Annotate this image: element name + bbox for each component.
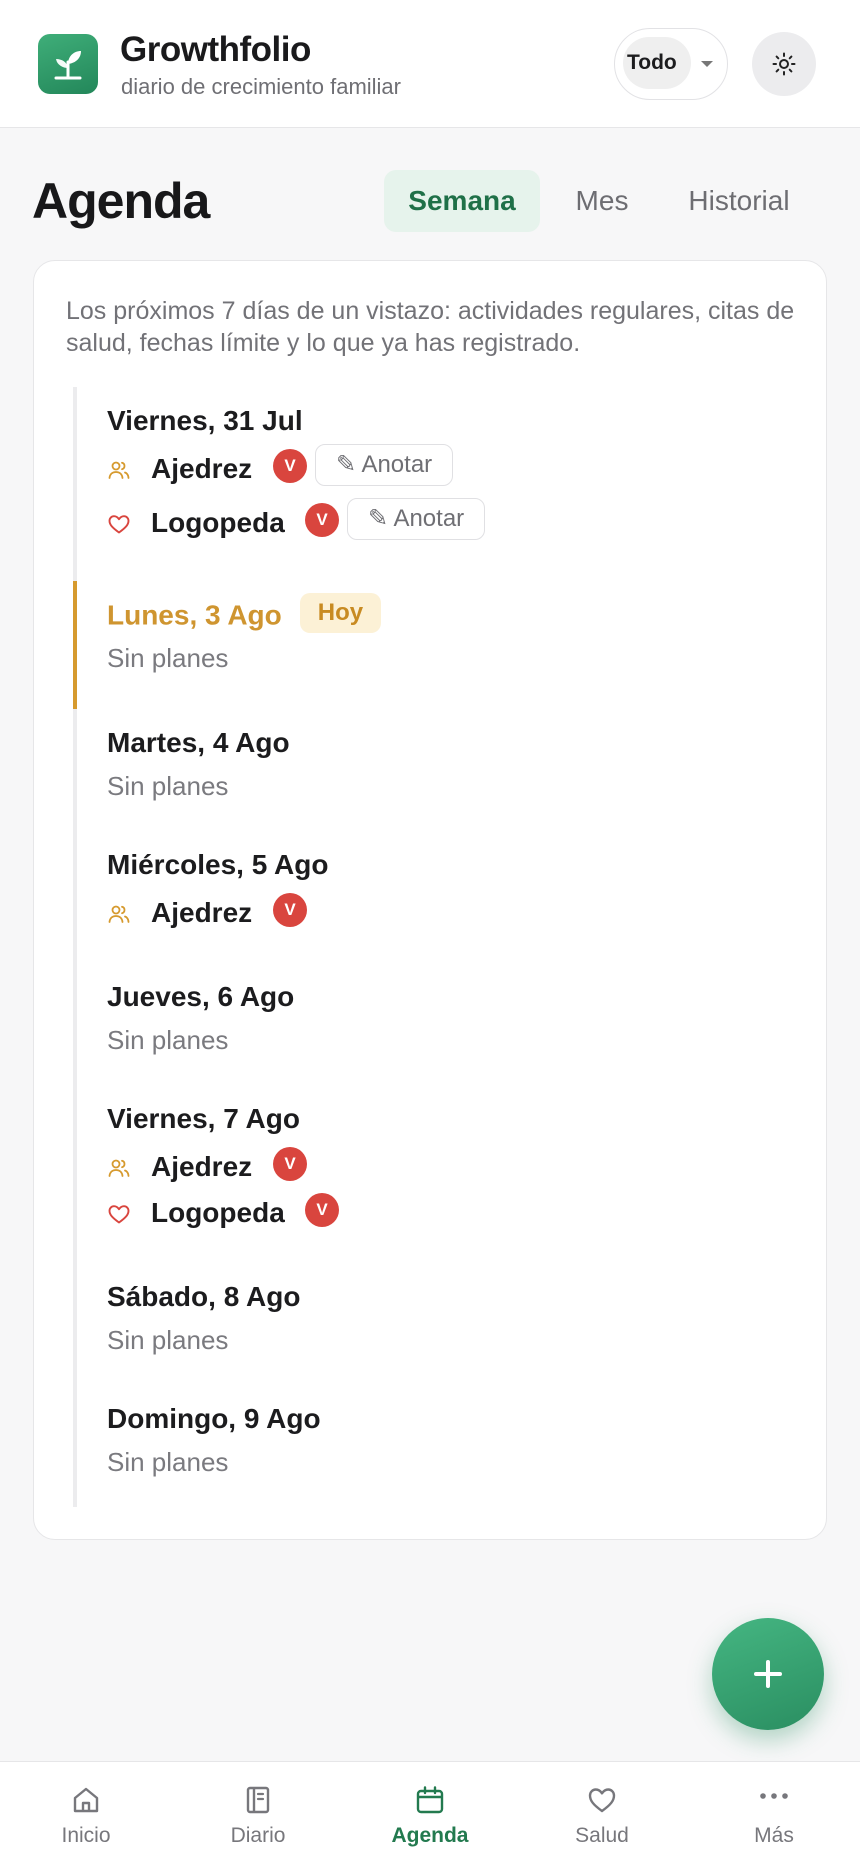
heart-icon <box>588 1788 616 1813</box>
day-item: Martes, 4 Ago Sin planes <box>107 727 290 802</box>
day-title-text: Lunes, 3 Ago <box>107 599 282 631</box>
app-header: Growthfolio diario de crecimiento famili… <box>0 0 860 128</box>
filter-select[interactable]: Todo <box>614 28 728 100</box>
chevron-down-icon <box>701 61 713 67</box>
event-item[interactable]: Logopeda V <box>107 1191 339 1237</box>
nav-item-diario[interactable]: Diario <box>172 1762 344 1864</box>
home-icon <box>73 1787 99 1813</box>
event-name: Logopeda <box>151 1197 285 1228</box>
timeline-line <box>73 387 77 1507</box>
calendar-icon <box>416 1786 444 1814</box>
annotate-button[interactable]: ✎ Anotar <box>315 444 454 486</box>
nav-label: Diario <box>230 1824 286 1847</box>
add-button[interactable] <box>712 1618 824 1730</box>
nav-label: Inicio <box>61 1824 111 1847</box>
sprout-icon <box>54 51 82 80</box>
day-empty-text: Sin planes <box>107 1447 229 1477</box>
day-item: Domingo, 9 Ago Sin planes <box>107 1403 321 1478</box>
people-icon <box>108 461 130 479</box>
event-name: Ajedrez <box>151 453 253 484</box>
event-item[interactable]: Logopeda V ✎ Anotar <box>107 498 486 547</box>
nav-label: Más <box>754 1824 794 1847</box>
nav-item-mas[interactable]: Más <box>688 1762 860 1864</box>
sun-icon <box>772 52 796 76</box>
day-empty-text: Sin planes <box>107 1025 229 1055</box>
day-title: Viernes, 31 Jul <box>107 405 303 436</box>
status-badge: V <box>305 1193 339 1227</box>
annotate-button[interactable]: ✎ Anotar <box>347 498 486 540</box>
event-item[interactable]: Ajedrez V <box>107 891 328 937</box>
day-item: Viernes, 31 Jul Ajedrez V ✎ Anotar Logop… <box>107 405 486 547</box>
plus-icon <box>754 1660 782 1688</box>
heart-icon <box>108 515 130 534</box>
tab-mes[interactable]: Mes <box>552 170 652 232</box>
day-item: Sábado, 8 Ago Sin planes <box>107 1281 300 1356</box>
day-empty-text: Sin planes <box>107 1325 229 1355</box>
status-badge: V <box>273 893 307 927</box>
filter-value: Todo <box>627 51 677 74</box>
day-title: Miércoles, 5 Ago <box>107 849 329 880</box>
day-item: Viernes, 7 Ago Ajedrez V Logopeda V <box>107 1103 339 1237</box>
day-title: Lunes, 3 Ago Hoy <box>107 593 382 637</box>
day-title: Martes, 4 Ago <box>107 727 290 758</box>
event-name: Ajedrez <box>151 897 253 928</box>
day-title: Viernes, 7 Ago <box>107 1103 300 1134</box>
day-title: Jueves, 6 Ago <box>107 981 295 1012</box>
status-badge: V <box>273 1147 307 1181</box>
intro-text: Los próximos 7 días de un vistazo: activ… <box>66 297 795 357</box>
bottom-nav: Inicio Diario Agenda Salud Más <box>0 1761 860 1864</box>
nav-item-inicio[interactable]: Inicio <box>0 1762 172 1864</box>
status-badge: V <box>273 449 307 483</box>
status-badge: V <box>305 503 339 537</box>
event-name: Logopeda <box>151 507 285 538</box>
day-empty-text: Sin planes <box>107 771 229 801</box>
nav-item-agenda[interactable]: Agenda <box>344 1762 516 1864</box>
week-card: Los próximos 7 días de un vistazo: activ… <box>33 260 827 1540</box>
event-name: Ajedrez <box>151 1151 253 1182</box>
nav-label: Salud <box>575 1824 629 1847</box>
journal-icon <box>246 1786 270 1814</box>
people-icon <box>108 905 130 923</box>
app-logo[interactable] <box>38 34 98 94</box>
event-item[interactable]: Ajedrez V <box>107 1145 307 1191</box>
tab-historial[interactable]: Historial <box>674 170 804 232</box>
nav-item-salud[interactable]: Salud <box>516 1762 688 1864</box>
day-item: Jueves, 6 Ago Sin planes <box>107 981 294 1056</box>
tab-semana[interactable]: Semana <box>384 170 540 232</box>
theme-toggle-button[interactable] <box>752 32 816 96</box>
people-icon <box>108 1159 130 1177</box>
today-marker <box>73 581 77 709</box>
day-empty-text: Sin planes <box>107 643 229 673</box>
nav-label: Agenda <box>391 1824 469 1847</box>
app-title: Growthfolio <box>120 30 311 69</box>
more-icon <box>760 1793 788 1799</box>
day-title: Sábado, 8 Ago <box>107 1281 301 1312</box>
day-item: Miércoles, 5 Ago Ajedrez V <box>107 849 328 937</box>
day-title: Domingo, 9 Ago <box>107 1403 321 1434</box>
event-item[interactable]: Ajedrez V ✎ Anotar <box>107 444 454 493</box>
heart-icon <box>108 1205 130 1224</box>
page-title: Agenda <box>32 173 210 229</box>
app-subtitle: diario de crecimiento familiar <box>121 74 401 99</box>
day-item-today: Lunes, 3 Ago Hoy Sin planes <box>107 593 382 674</box>
today-badge: Hoy <box>299 593 382 633</box>
